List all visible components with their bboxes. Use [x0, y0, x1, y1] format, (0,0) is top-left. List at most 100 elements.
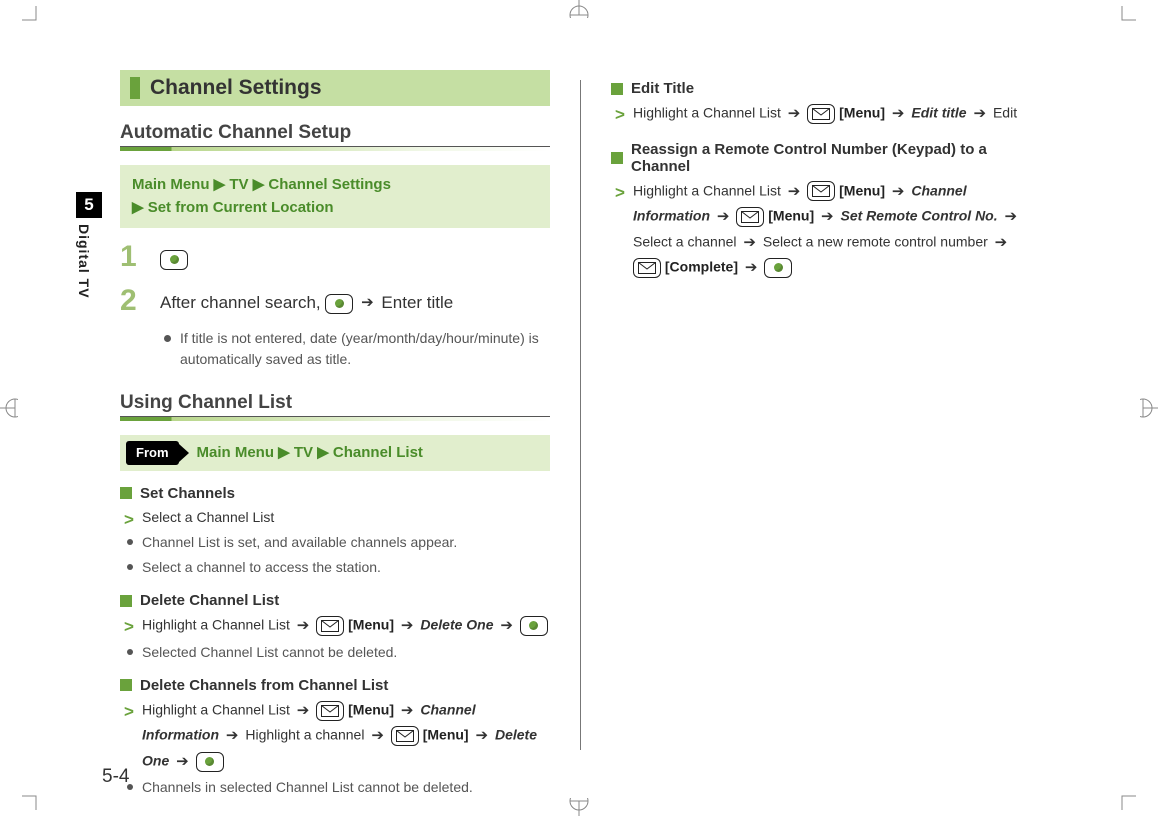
action-edit-title: Highlight a Channel List ➔ [Menu] ➔ Edit…	[611, 101, 1021, 127]
step-2: 2 After channel search, ➔ Enter title	[120, 284, 550, 318]
navpath-auto-setup: Main Menu ▶ TV ▶ Channel Settings ▶ Set …	[120, 165, 550, 228]
triangle-icon: ▶	[214, 176, 230, 193]
rc-selnew: Select a new remote control number	[763, 233, 992, 249]
cropmark-tr	[1108, 6, 1136, 34]
bullet-select-channel: Select a channel to access the station.	[120, 556, 550, 578]
cropmark-tl	[22, 6, 50, 34]
mail-button-icon	[736, 207, 764, 227]
complete-label: [Complete]	[665, 258, 738, 274]
nav2-main-menu: Main Menu	[197, 444, 275, 461]
banner-accent	[130, 77, 140, 99]
triangle-icon: ▶	[278, 444, 294, 461]
section-underline	[120, 416, 550, 421]
ok-button-icon	[196, 752, 224, 772]
nav-set-location: Set from Current Location	[148, 199, 334, 216]
action-reassign: Highlight a Channel List ➔ [Menu] ➔ Chan…	[611, 179, 1021, 281]
mail-button-icon	[807, 104, 835, 124]
column-divider	[580, 80, 581, 750]
cropmark-left	[0, 393, 18, 423]
et-edit: Edit	[993, 104, 1017, 120]
delete-one-label: Delete One	[420, 617, 493, 633]
step2-note: If title is not entered, date (year/mont…	[160, 328, 550, 370]
section-channel-list: Using Channel List	[120, 392, 550, 416]
subhead-set-channels: Set Channels	[120, 485, 550, 502]
ok-button-icon	[160, 250, 188, 270]
arrow-icon: ➔	[472, 727, 491, 744]
arrow-icon: ➔	[992, 234, 1011, 251]
bullet-cl-set: Channel List is set, and available chann…	[120, 531, 550, 553]
menu-label: [Menu]	[839, 104, 885, 120]
cropmark-br	[1108, 782, 1136, 810]
et-text1: Highlight a Channel List	[633, 104, 785, 120]
cropmark-bot	[564, 798, 594, 816]
nav-tv: TV	[229, 176, 248, 193]
arrow-icon: ➔	[714, 208, 733, 225]
ok-button-icon	[520, 616, 548, 636]
mail-button-icon	[633, 258, 661, 278]
navpath-channel-list: From Main Menu ▶ TV ▶ Channel List	[120, 435, 550, 471]
step2-text-a: After channel search,	[160, 293, 325, 312]
page-number: 5-4	[102, 766, 129, 788]
mail-button-icon	[391, 726, 419, 746]
subhead-delete-cl: Delete Channel List	[120, 592, 550, 609]
nav-channel-settings: Channel Settings	[268, 176, 391, 193]
page-banner: Channel Settings	[120, 70, 550, 106]
nav-main-menu: Main Menu	[132, 176, 210, 193]
subhead-reassign: Reassign a Remote Control Number (Keypad…	[611, 141, 1021, 175]
nav2-channel-list: Channel List	[333, 444, 423, 461]
menu-label: [Menu]	[348, 701, 394, 717]
dc-text2: Highlight a channel	[245, 727, 368, 743]
step-num-2: 2	[120, 284, 144, 318]
subhead-delete-cl-label: Delete Channel List	[140, 592, 279, 609]
cropmark-right	[1140, 393, 1158, 423]
triangle-icon: ▶	[253, 176, 269, 193]
cropmark-top	[564, 0, 594, 18]
mail-button-icon	[807, 181, 835, 201]
arrow-icon: ➔	[398, 702, 417, 719]
bullet-cannot-delete-cl: Selected Channel List cannot be deleted.	[120, 641, 550, 663]
ok-button-icon	[325, 294, 353, 314]
action-delete-cl: Highlight a Channel List ➔ [Menu] ➔ Dele…	[120, 613, 550, 639]
square-bullet-icon	[611, 152, 623, 164]
subhead-delete-channels-label: Delete Channels from Channel List	[140, 677, 388, 694]
mail-button-icon	[316, 701, 344, 721]
subhead-edit-title: Edit Title	[611, 80, 1021, 97]
square-bullet-icon	[120, 679, 132, 691]
arrow-icon: ➔	[358, 294, 377, 311]
arrow-icon: ➔	[740, 234, 759, 251]
menu-label: [Menu]	[423, 727, 469, 743]
menu-label: [Menu]	[348, 617, 394, 633]
chapter-label: Digital TV	[76, 224, 92, 299]
subhead-reassign-label: Reassign a Remote Control Number (Keypad…	[631, 141, 1021, 175]
step-num-1: 1	[120, 240, 144, 274]
arrow-icon: ➔	[294, 702, 313, 719]
arrow-icon: ➔	[1002, 208, 1021, 225]
arrow-icon: ➔	[398, 617, 417, 634]
arrow-icon: ➔	[785, 105, 804, 122]
section-auto-setup: Automatic Channel Setup	[120, 122, 550, 146]
chapter-number: 5	[76, 192, 102, 218]
arrow-icon: ➔	[223, 727, 242, 744]
arrow-icon: ➔	[889, 105, 908, 122]
edit-title-label: Edit title	[911, 104, 966, 120]
section-underline	[120, 146, 550, 151]
triangle-icon: ▶	[132, 199, 148, 216]
arrow-icon: ➔	[742, 259, 761, 276]
rc-text1: Highlight a Channel List	[633, 182, 785, 198]
mail-button-icon	[316, 616, 344, 636]
bullet-cannot-delete-ch: Channels in selected Channel List cannot…	[120, 776, 550, 798]
arrow-icon: ➔	[497, 617, 516, 634]
arrow-icon: ➔	[368, 727, 387, 744]
square-bullet-icon	[120, 595, 132, 607]
cropmark-bl	[22, 782, 50, 810]
subhead-delete-channels: Delete Channels from Channel List	[120, 677, 550, 694]
rc-sel: Select a channel	[633, 233, 740, 249]
action-delete-channels: Highlight a Channel List ➔ [Menu] ➔ Chan…	[120, 698, 550, 775]
step-1: 1	[120, 240, 550, 274]
arrow-icon: ➔	[971, 105, 990, 122]
banner-title: Channel Settings	[150, 76, 322, 100]
menu-label: [Menu]	[839, 182, 885, 198]
set-remote-no-label: Set Remote Control No.	[841, 207, 998, 223]
square-bullet-icon	[120, 487, 132, 499]
arrow-icon: ➔	[294, 617, 313, 634]
